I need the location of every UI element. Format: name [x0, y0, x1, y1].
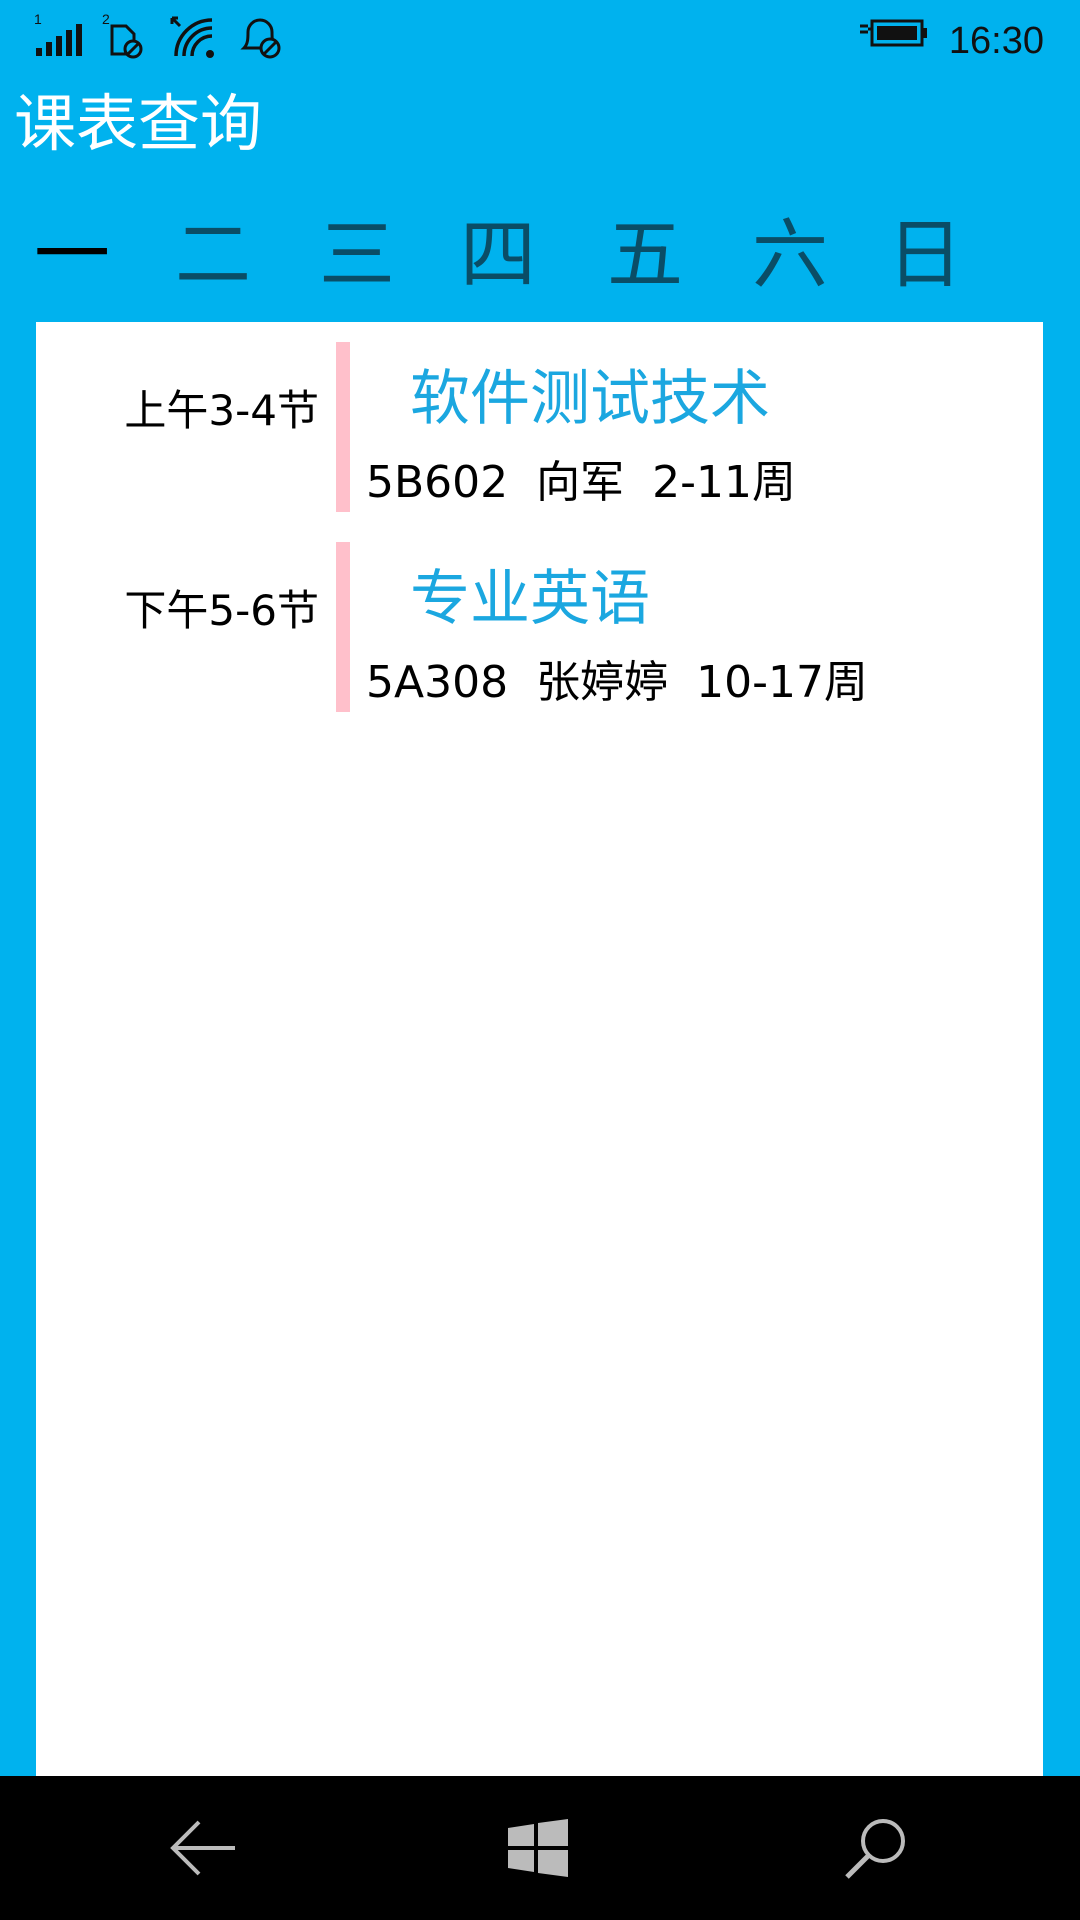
tab-friday[interactable]: 五 — [590, 205, 700, 305]
search-icon — [845, 1819, 905, 1879]
tab-wednesday[interactable]: 三 — [302, 205, 412, 305]
sim2-no-service-icon: 2 — [100, 11, 150, 60]
back-button[interactable] — [154, 1798, 254, 1898]
accent-bar — [336, 542, 350, 712]
course-teacher: 向军 — [536, 457, 625, 508]
battery-charging-icon — [858, 12, 930, 60]
course-name: 专业英语 — [410, 564, 650, 634]
navigation-bar — [0, 1776, 1080, 1920]
course-room: 5B602 — [366, 457, 509, 508]
start-button[interactable] — [488, 1798, 588, 1898]
tab-saturday[interactable]: 六 — [735, 205, 845, 305]
course-details: 5B602 向军 2-11周 — [366, 446, 824, 510]
course-weeks: 2-11周 — [652, 457, 797, 508]
tab-tuesday[interactable]: 二 — [158, 205, 268, 305]
list-item[interactable]: 下午5-6节 专业英语 5A308 张婷婷 10-17周 — [36, 542, 1043, 712]
svg-text:2: 2 — [102, 12, 110, 27]
schedule-list: 上午3-4节 软件测试技术 5B602 向军 2-11周 下午5-6节 专业英语 5… — [36, 322, 1043, 1776]
search-button[interactable] — [826, 1798, 926, 1898]
clock: 16:30 — [948, 20, 1044, 62]
course-room: 5A308 — [366, 657, 509, 708]
tab-monday[interactable]: 一 — [17, 205, 127, 305]
course-weeks: 10-17周 — [696, 657, 868, 708]
svg-text:1: 1 — [34, 12, 42, 27]
course-details: 5A308 张婷婷 10-17周 — [366, 646, 896, 710]
day-tabs: 一 二 三 四 五 六 日 — [0, 205, 1080, 305]
tab-sunday[interactable]: 日 — [870, 205, 980, 305]
period-label: 上午3-4节 — [124, 386, 319, 435]
accent-bar — [336, 342, 350, 512]
quiet-hours-icon — [236, 12, 286, 60]
status-bar: 1 2 16:30 — [0, 0, 1080, 80]
list-item[interactable]: 上午3-4节 软件测试技术 5B602 向军 2-11周 — [36, 342, 1043, 512]
course-name: 软件测试技术 — [410, 364, 770, 434]
windows-start-icon — [508, 1819, 568, 1877]
tab-thursday[interactable]: 四 — [443, 205, 553, 305]
wifi-icon — [168, 12, 218, 60]
course-teacher: 张婷婷 — [536, 657, 669, 708]
signal-icon: 1 — [32, 11, 84, 60]
period-label: 下午5-6节 — [124, 586, 319, 635]
page-title: 课表查询 — [14, 87, 263, 160]
phone-screen: 1 2 16:30 课表查询 一 二 三 四 五 六 日 上午3-4节 软件测试… — [0, 0, 1080, 1920]
back-arrow-icon — [170, 1820, 235, 1876]
